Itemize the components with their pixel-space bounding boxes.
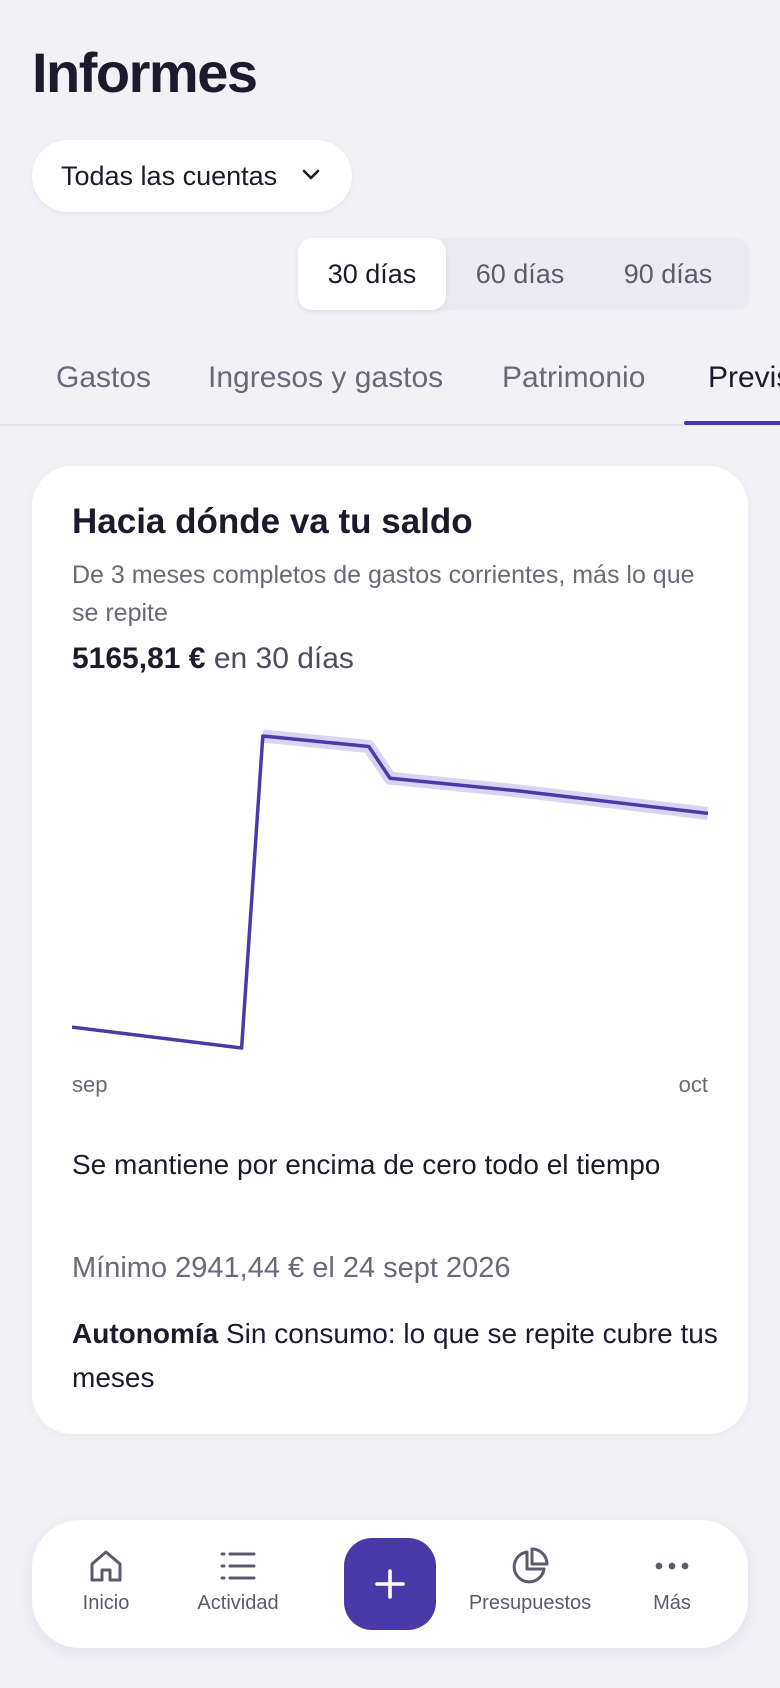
account-select-value: Todas las cuentas bbox=[61, 160, 278, 191]
range-option-30[interactable]: 30 días bbox=[298, 238, 446, 310]
projected-balance: 5165,81 € en 30 días bbox=[72, 642, 354, 676]
add-transaction-button[interactable] bbox=[344, 1538, 436, 1630]
nav-label-inicio: Inicio bbox=[82, 1592, 130, 1614]
more-dots-icon bbox=[655, 1562, 689, 1570]
account-select[interactable]: Todas las cuentas bbox=[32, 140, 352, 212]
list-icon bbox=[220, 1552, 256, 1580]
pie-chart-icon bbox=[512, 1547, 549, 1584]
bottom-navigation: Inicio Actividad Presupuestos Más bbox=[32, 1520, 748, 1648]
tab-prevision[interactable]: Previsión bbox=[708, 338, 780, 426]
tab-gastos[interactable]: Gastos bbox=[56, 338, 151, 426]
card-subtitle: De 3 meses completos de gastos corriente… bbox=[72, 561, 695, 627]
active-tab-indicator bbox=[684, 421, 780, 425]
autonomy-label: Autonomía bbox=[72, 1318, 219, 1349]
forecast-card: Hacia dónde va tu saldo De 3 meses compl… bbox=[32, 466, 748, 1434]
card-title: Hacia dónde va tu saldo bbox=[72, 502, 473, 541]
tab-patrimonio[interactable]: Patrimonio bbox=[502, 338, 645, 426]
forecast-minimum: Mínimo 2941,44 € el 24 sept 2026 bbox=[72, 1252, 511, 1284]
nav-label-mas: Más bbox=[653, 1592, 691, 1614]
nav-presupuestos[interactable]: Presupuestos bbox=[460, 1520, 600, 1648]
projected-balance-value: 5165,81 € bbox=[72, 642, 206, 675]
range-segmented-control: 30 días 60 días 90 días bbox=[298, 238, 750, 310]
nav-mas[interactable]: Más bbox=[644, 1520, 700, 1648]
nav-label-actividad: Actividad bbox=[197, 1592, 279, 1614]
plus-icon bbox=[375, 1569, 405, 1599]
autonomy-line: Autonomía Sin consumo: lo que se repite … bbox=[72, 1312, 722, 1400]
chevron-down-icon bbox=[302, 169, 320, 180]
nav-actividad[interactable]: Actividad bbox=[188, 1520, 288, 1648]
forecast-line-chart bbox=[72, 729, 708, 1050]
nav-label-presupuestos: Presupuestos bbox=[468, 1592, 592, 1614]
reports-screen: Informes Todas las cuentas 30 días 60 dí… bbox=[0, 0, 780, 1688]
page-title: Informes bbox=[32, 41, 258, 104]
home-icon bbox=[90, 1550, 122, 1582]
tab-ingresos-y-gastos[interactable]: Ingresos y gastos bbox=[208, 338, 443, 426]
forecast-confidence-band bbox=[262, 729, 708, 820]
x-axis-label-start: sep bbox=[72, 1072, 108, 1097]
report-tabs: Gastos Ingresos y gastos Patrimonio Prev… bbox=[0, 338, 780, 426]
nav-inicio[interactable]: Inicio bbox=[68, 1520, 144, 1648]
x-axis-label-end: oct bbox=[678, 1072, 708, 1097]
projected-balance-suffix: en 30 días bbox=[213, 642, 354, 675]
forecast-status: Se mantiene por encima de cero todo el t… bbox=[72, 1149, 661, 1180]
range-option-90[interactable]: 90 días bbox=[594, 238, 742, 310]
range-option-60[interactable]: 60 días bbox=[446, 238, 594, 310]
